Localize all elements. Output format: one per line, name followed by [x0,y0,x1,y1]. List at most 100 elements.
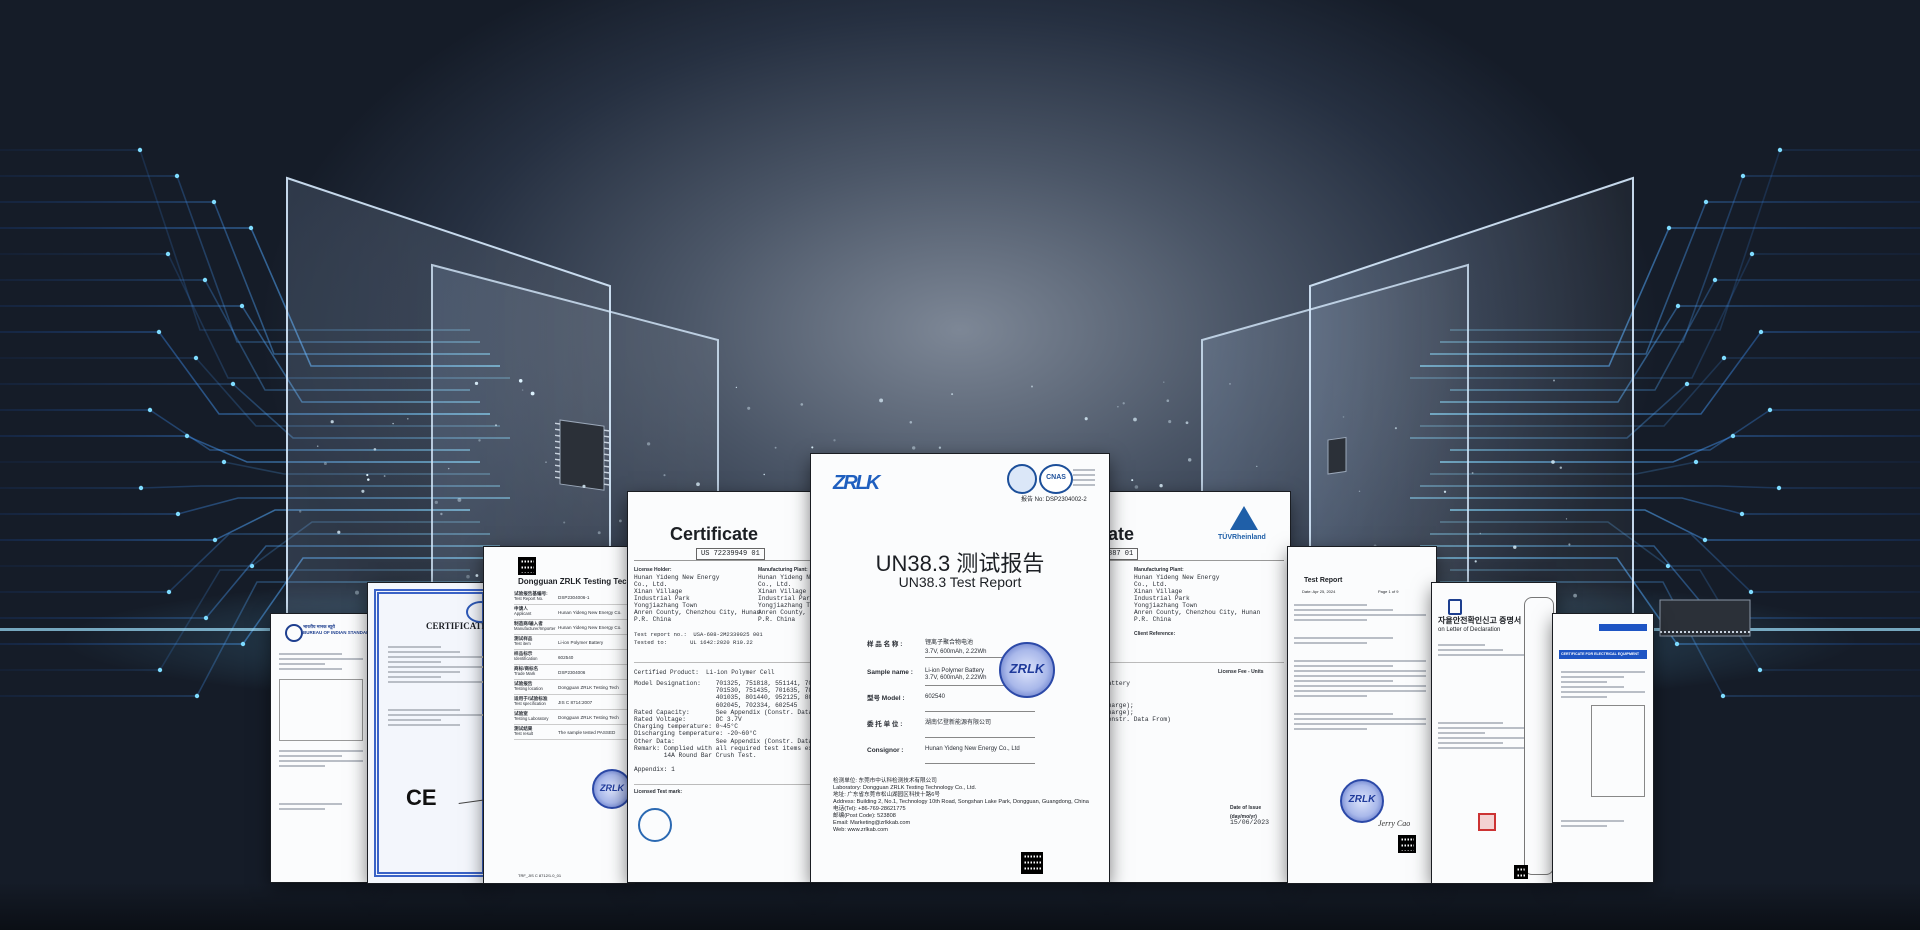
zrlk-row-divider [514,679,630,680]
sparkle-particle [1185,421,1189,425]
zrlk-field-value: Dongguan ZRLK Testing Tech [558,685,619,690]
circuit-node [202,277,208,283]
circuit-node [248,225,254,231]
kc-body [1438,641,1524,752]
zrlk-field-label-en: Testing Laboratory [514,716,549,721]
qr-code [1398,835,1416,853]
sparkle-particle [1565,518,1568,520]
ce-certificate: CERTIFICATE OF CE [368,583,493,883]
sparkle-particle [521,389,524,391]
chip-pin [604,441,609,444]
report-field-label: Consignor : [867,747,904,754]
tuv-client-ref: Client Reference: [1134,631,1176,637]
kc-logo-icon [1448,599,1462,615]
circuit-node [230,381,236,387]
right-test-report: Test Report Date: Apr 25, 2024 Page 1 of… [1288,547,1436,883]
sparkle-particle [879,398,884,403]
scene: भारतीय मानक ब्यूरो BUREAU OF INDIAN STAN… [0,0,1920,930]
zrlk-jis-report: Dongguan ZRLK Testing Technology Co. 试验报… [484,547,634,883]
circuit-node [194,693,200,699]
chip-pin [555,422,560,425]
sparkle-particle [518,379,523,383]
qr-code [518,557,536,575]
sparkle-particle [478,439,481,442]
zrlk-field-value: Hunan Yideng New Energy Co. [558,610,622,615]
zrlk-row-divider [514,649,630,650]
zrlk-field-label-en: Applicant [514,611,532,616]
circuit-node [1740,173,1746,179]
ul-licensed-mark-label: Licensed Test mark: [634,789,682,795]
sparkle-particle [1117,406,1119,408]
ul-product: Certified Product: Li-ion Polymer Cell [634,669,775,676]
sparkle-particle [545,461,547,463]
sparkle-particle [1133,417,1137,422]
zrlk-field-label-en: Test result [514,731,534,736]
right-report-page: Page 1 of 9 [1378,589,1399,594]
circuit-node [137,147,143,153]
chip-pin [555,446,560,449]
sparkle-particle [1159,484,1163,488]
circuit-node [174,173,180,179]
zrlk-field-value: DSP2304006 [558,670,586,675]
sparkle-particle [811,446,814,449]
sparkle-particle [696,482,700,487]
sparkle-particle [406,417,409,420]
chip-pin [555,452,560,455]
un38-3-test-report: ZRLK CNAS 报告 No: DSP2304002-2 UN38.3 测试报… [811,454,1109,882]
sparkle-particle [466,574,470,579]
sparkle-particle [383,475,386,477]
bis-body [279,650,363,813]
chip-pin [555,440,560,443]
zrlk-field-value: Li-ion Polymer Battery [558,640,604,645]
sparkle-particle [663,474,666,477]
circuit-node [1758,329,1764,335]
sparkle-particle [646,442,651,446]
circuit-node [1720,693,1726,699]
sparkle-particle [361,489,365,493]
sparkle-particle [1030,385,1034,388]
zrlk-field-label-en: Manufacturer/Importer [514,626,556,631]
small-cert-body [1561,668,1645,830]
chip-right [1327,436,1347,475]
zrlk-field-value: Dongguan ZRLK Testing Tech [558,715,619,720]
right-report-seal: ZRLK [1340,779,1384,823]
circuit-node [1730,433,1736,439]
circuit-node [1777,147,1783,153]
report-field-label: 型号 Model : [867,695,905,702]
circuit-node [156,329,162,335]
ce-mark: CE [406,785,437,810]
chip-pin [604,447,609,450]
right-report-date: Date: Apr 25, 2024 [1302,589,1336,594]
sparkle-particle [1122,402,1125,405]
sparkle-particle [316,445,319,447]
sparkle-particle [833,439,836,442]
circuit-node [1767,407,1773,413]
chip-pin [604,435,609,438]
report-field-value: Hunan Yideng New Energy Co., Ltd [925,746,1020,752]
sparkle-particle [1479,532,1482,535]
sparkle-particle [1342,416,1345,418]
zrlk-field-label-en: Identification [514,656,538,661]
sparkle-particle [366,473,369,477]
report-field-value: Li-ion Polymer Battery 3.7V, 600mAh, 2.2… [925,668,987,681]
zrlk-field-label-en: Test specification [514,701,546,706]
chip-pin [555,428,560,431]
sparkle-particle [1166,399,1170,403]
zrlk-row-divider [514,739,630,740]
sparkle-particle [1513,545,1517,549]
cnas-text-block [1073,466,1095,489]
zrlk-report-header: Dongguan ZRLK Testing Technology Co. [518,577,634,586]
sparkle-particle [447,467,450,470]
sparkle-particle [800,403,804,406]
circuit-node [239,303,245,309]
sparkle-particle [597,531,601,535]
chip-pin [604,453,609,456]
circuit-node [1702,537,1708,543]
report-field-underline [925,763,1035,764]
sparkle-particle [1084,417,1088,421]
circuit-node [175,511,181,517]
chip-pin [604,477,609,480]
report-field-value: 602540 [925,694,946,700]
circuit-node [1703,199,1709,205]
sparkle-particle [912,446,916,450]
